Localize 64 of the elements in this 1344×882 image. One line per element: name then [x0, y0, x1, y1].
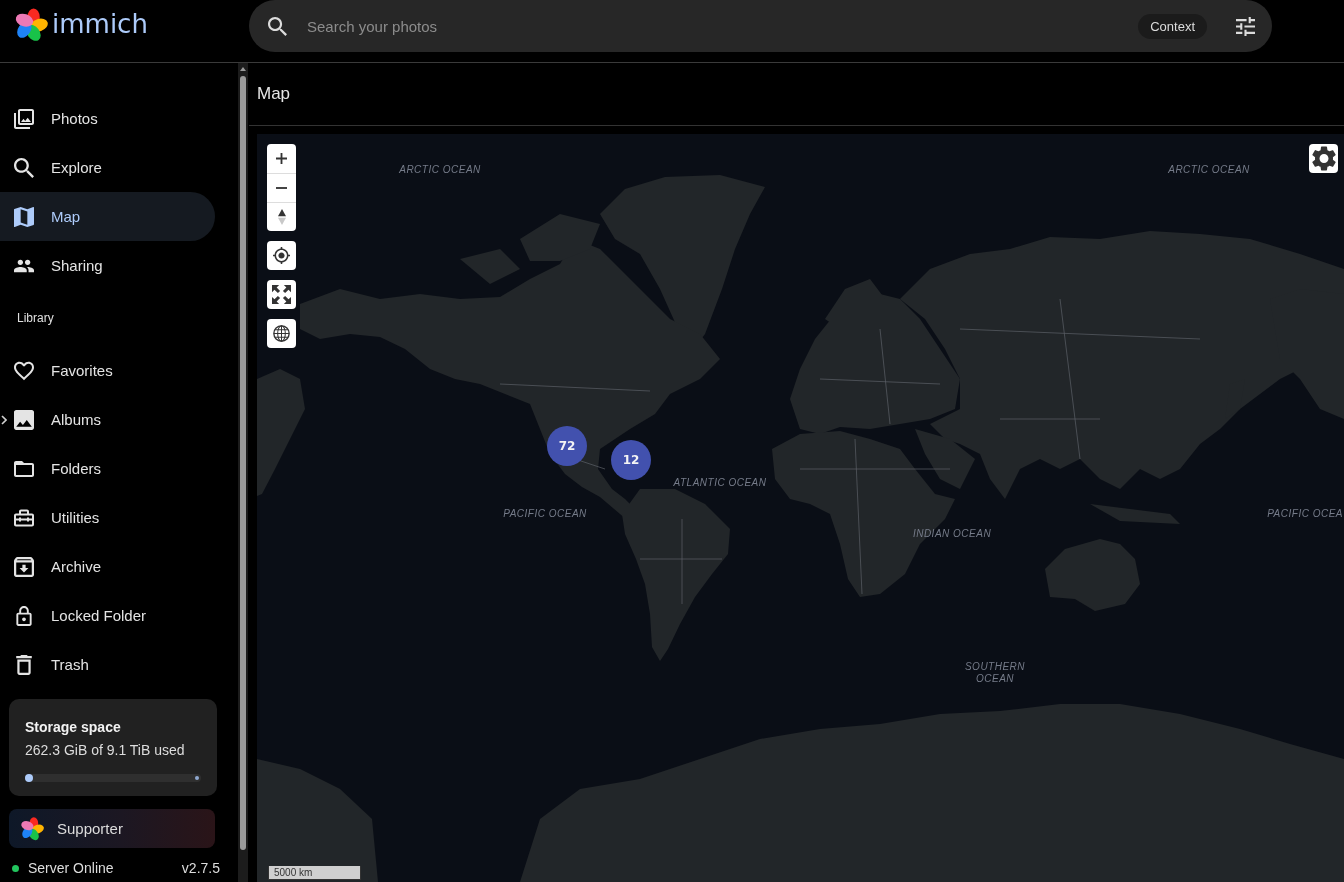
locate-button[interactable] [267, 241, 296, 270]
section-title: Library [16, 310, 55, 327]
globe-icon [273, 325, 290, 342]
zoom-in-button[interactable] [267, 144, 296, 173]
app-name: immich [52, 9, 148, 39]
nav-item[interactable]: Favorites [0, 346, 215, 395]
gear-icon [1311, 146, 1336, 171]
caret-up-icon[interactable] [240, 67, 246, 71]
ocean-label: SOUTHERN OCEAN [963, 661, 1027, 685]
settings-button[interactable] [1309, 144, 1338, 173]
server-status: Server Online [28, 860, 114, 876]
plus-icon [276, 153, 287, 164]
photo-stack-icon [14, 108, 34, 129]
compass-icon [277, 208, 286, 226]
nav-item[interactable]: Photos [0, 94, 215, 143]
expand-arrows-icon [272, 285, 291, 304]
cluster-marker[interactable]: 12 [611, 440, 651, 480]
ocean-label: PACIFIC OCEA [1267, 508, 1343, 520]
folder-icon [14, 458, 34, 479]
supporter-button[interactable]: Supporter [9, 809, 215, 848]
scrollbar[interactable] [238, 63, 248, 882]
lock-icon [14, 605, 34, 626]
map-icon [14, 206, 34, 227]
nav-item[interactable]: Map [0, 192, 215, 241]
search-icon [268, 16, 287, 36]
heart-icon [14, 360, 34, 381]
trash-icon [14, 654, 34, 675]
globe-button[interactable] [267, 319, 296, 348]
toolbox-icon [14, 507, 34, 528]
ocean-label: INDIAN OCEAN [912, 528, 992, 540]
nav-item[interactable]: Archive [0, 542, 215, 591]
search-icon [14, 157, 34, 178]
nav-item[interactable]: Explore [0, 143, 215, 192]
storage-title: Storage space [25, 718, 122, 736]
scale-bar: 5000 km [268, 866, 361, 880]
compass-button[interactable] [267, 202, 296, 231]
ocean-label: ARCTIC OCEAN [399, 164, 481, 176]
fullscreen-button[interactable] [267, 280, 296, 309]
storage-usage: 262.3 GiB of 9.1 TiB used [25, 742, 186, 759]
chevron-icon[interactable] [1, 415, 7, 425]
nav-item[interactable]: Locked Folder [0, 591, 215, 640]
nav-item[interactable]: Trash [0, 640, 215, 689]
ocean-label: ATLANTIC OCEAN [673, 477, 767, 489]
version-label[interactable]: v2.7.5 [181, 860, 220, 876]
scrollbar-thumb[interactable] [240, 76, 246, 850]
image-icon [14, 409, 34, 430]
nav-item[interactable]: Albums [0, 395, 215, 444]
map-view[interactable]: ARCTIC OCEAN ARCTIC OCEAN ATLANTIC OCEAN PACIFIC OCEAN PACIFIC OCEA INDIAN OCEAN SOUTHERN OCEAN 72 12 5000 km [257, 134, 1344, 882]
nav-item[interactable]: Utilities [0, 493, 215, 542]
logo-icon [14, 8, 48, 42]
search-bar[interactable]: Search your photos Context [249, 0, 1272, 52]
page-title: Map [257, 84, 291, 104]
logo-icon [20, 816, 44, 841]
minus-icon [276, 187, 287, 189]
nav-item[interactable]: Sharing [0, 241, 215, 290]
nav-item[interactable]: Folders [0, 444, 215, 493]
zoom-out-button[interactable] [267, 173, 296, 202]
ocean-label: ARCTIC OCEAN [1168, 164, 1250, 176]
tune-icon [1235, 16, 1255, 36]
crosshair-icon [273, 247, 290, 264]
context-chip[interactable]: Context [1138, 13, 1207, 39]
archive-box-icon [14, 556, 34, 577]
end-dot-icon [195, 776, 199, 780]
ocean-label: PACIFIC OCEAN [503, 508, 587, 520]
